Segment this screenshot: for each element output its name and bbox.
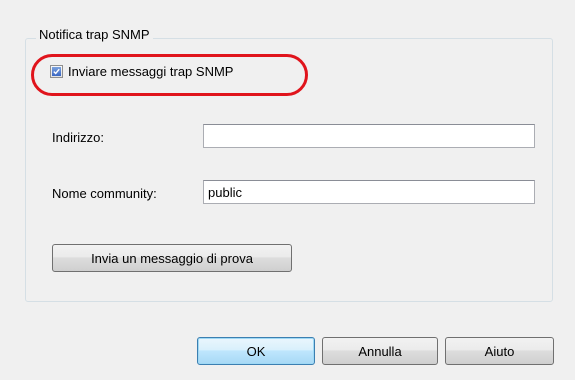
snmp-trap-dialog: Notifica trap SNMP Inviare messaggi trap… — [0, 0, 575, 380]
address-input[interactable] — [203, 124, 535, 148]
send-trap-checkbox[interactable] — [50, 65, 63, 78]
address-label: Indirizzo: — [52, 130, 105, 145]
send-test-message-button[interactable]: Invia un messaggio di prova — [52, 244, 292, 272]
help-button[interactable]: Aiuto — [445, 337, 554, 365]
checkmark-icon — [52, 67, 61, 76]
community-input[interactable] — [203, 180, 535, 204]
ok-button[interactable]: OK — [197, 337, 315, 365]
community-label: Nome community: — [52, 186, 157, 201]
groupbox-title: Notifica trap SNMP — [36, 27, 153, 42]
send-trap-checkbox-label: Inviare messaggi trap SNMP — [68, 64, 234, 79]
send-trap-checkbox-row[interactable]: Inviare messaggi trap SNMP — [50, 64, 233, 79]
cancel-button[interactable]: Annulla — [322, 337, 438, 365]
